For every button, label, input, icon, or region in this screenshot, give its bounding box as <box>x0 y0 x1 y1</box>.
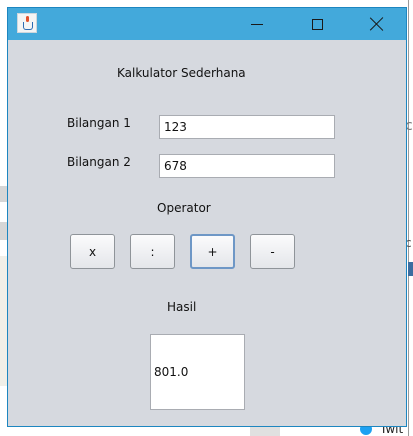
calculator-window: Kalkulator Sederhana Bilangan 1 123 Bila… <box>7 7 407 427</box>
background-app-divider <box>408 0 409 436</box>
bilangan2-input[interactable]: 678 <box>159 154 335 178</box>
bilangan2-label: Bilangan 2 <box>67 155 131 169</box>
multiply-button[interactable]: x <box>70 234 115 269</box>
operator-label: Operator <box>157 201 211 215</box>
result-field[interactable]: 801.0 <box>150 334 245 410</box>
java-app-icon[interactable] <box>17 13 37 33</box>
maximize-button[interactable] <box>294 8 340 40</box>
background-app-band <box>408 262 413 276</box>
minimize-button[interactable] <box>234 8 280 40</box>
background-scroll-area <box>250 426 280 436</box>
add-button[interactable]: + <box>190 234 235 269</box>
subtract-button[interactable]: - <box>250 234 295 269</box>
maximize-icon <box>311 18 323 30</box>
bilangan1-input[interactable]: 123 <box>159 115 335 139</box>
divide-button[interactable]: : <box>130 234 175 269</box>
form-title: Kalkulator Sederhana <box>117 66 246 80</box>
close-button[interactable] <box>354 8 400 40</box>
close-icon <box>370 17 384 31</box>
result-label: Hasil <box>167 300 197 314</box>
bilangan1-label: Bilangan 1 <box>67 116 131 130</box>
minimize-icon <box>251 23 263 25</box>
title-bar[interactable] <box>8 8 406 40</box>
